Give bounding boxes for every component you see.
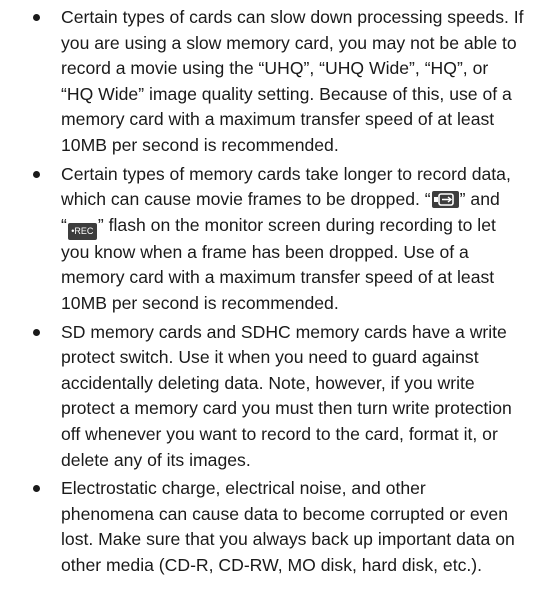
note-line: 10MB per second is recommended. [61, 134, 339, 155]
note-line: accidentally deleting data. Note, howeve… [61, 372, 475, 393]
bullet-icon [33, 485, 40, 493]
note-item-slow-card: Certain types of cards can slow down pro… [30, 5, 541, 159]
note-line: “HQ Wide” image quality setting. Because… [61, 83, 512, 104]
note-item-data-corruption: Electrostatic charge, electrical noise, … [30, 476, 541, 578]
bullet-icon [33, 170, 40, 178]
note-line: memory card with a maximum transfer spee… [61, 109, 495, 130]
note-line: phenomena can cause data to become corru… [61, 503, 508, 524]
note-line: Electrostatic charge, electrical noise, … [61, 478, 426, 499]
note-line: lost. Make sure that you always back up … [61, 529, 515, 550]
note-line: you know when a frame has been dropped. … [61, 241, 469, 262]
note-line: “•REC” flash on the monitor screen durin… [61, 213, 541, 240]
notes-list: Certain types of cards can slow down pro… [30, 5, 541, 578]
note-line: delete any of its images. [61, 449, 251, 470]
note-line: Certain types of cards can slow down pro… [61, 7, 524, 27]
note-line: memory card with a maximum transfer spee… [61, 267, 495, 288]
note-line: protect switch. Use it when you need to … [61, 347, 479, 368]
note-line: 10MB per second is recommended. [61, 292, 339, 313]
note-line: you are using a slow memory card, you ma… [61, 32, 517, 53]
bullet-icon [33, 328, 40, 336]
note-line: off whenever you want to record to the c… [61, 423, 498, 444]
note-line: other media (CD-R, CD-RW, MO disk, hard … [61, 554, 483, 575]
note-text: ” flash on the monitor screen during rec… [97, 214, 496, 235]
note-line: Certain types of memory cards take longe… [61, 163, 511, 184]
note-text: which can cause movie frames to be dropp… [61, 189, 431, 210]
note-text: ” and [459, 189, 500, 210]
manual-page: Certain types of cards can slow down pro… [0, 0, 553, 613]
frame-drop-icon [431, 191, 459, 209]
note-text: “ [61, 214, 67, 235]
bullet-icon [33, 14, 40, 21]
note-line: which can cause movie frames to be dropp… [61, 187, 541, 213]
note-item-dropped-frames: Certain types of memory cards take longe… [30, 162, 541, 317]
note-item-write-protect: SD memory cards and SDHC memory cards ha… [30, 320, 541, 474]
note-line: record a movie using the “UHQ”, “UHQ Wid… [61, 58, 489, 79]
rec-indicator-icon: •REC [67, 222, 97, 240]
note-line: SD memory cards and SDHC memory cards ha… [61, 321, 507, 342]
note-line: protect a memory card you must then turn… [61, 398, 512, 419]
